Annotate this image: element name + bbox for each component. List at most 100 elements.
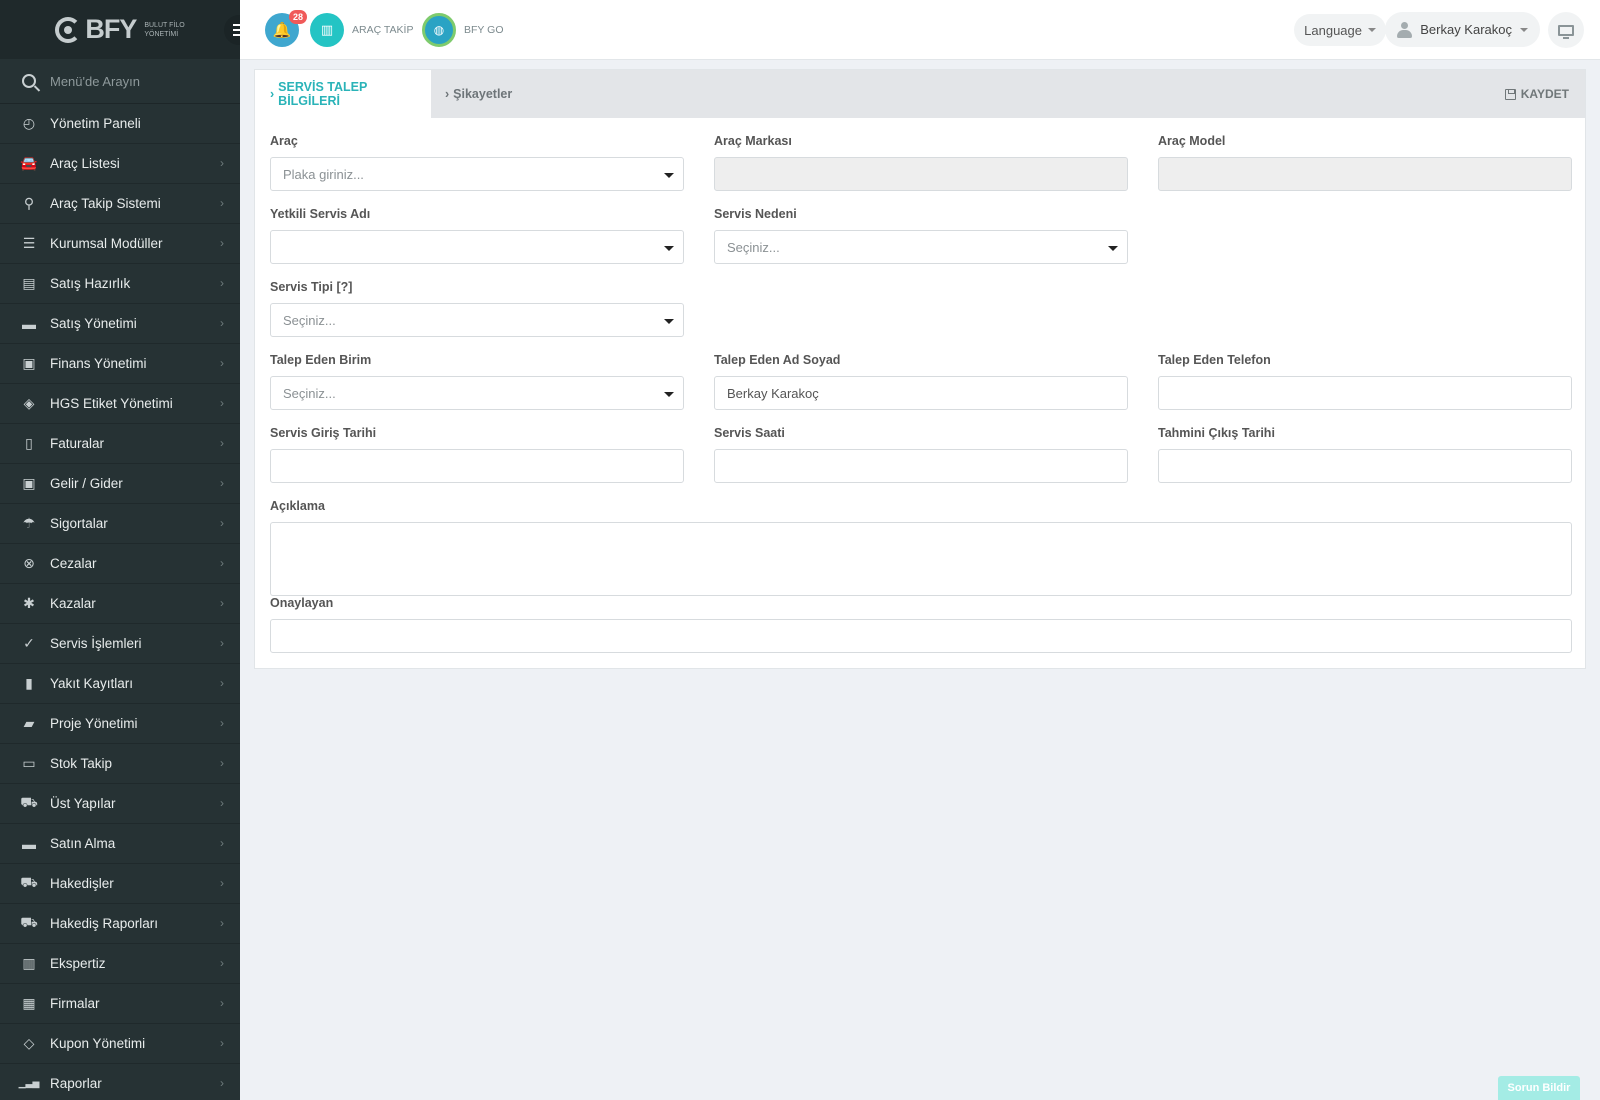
- sidebar-item[interactable]: ▦ Firmalar ›: [0, 984, 240, 1024]
- onaylayan-label: Onaylayan: [270, 596, 334, 610]
- sidebar-item[interactable]: 🚘 Araç Listesi ›: [0, 144, 240, 184]
- tab-servis-talep-bilgileri[interactable]: › SERVİS TALEP BİLGİLERİ: [255, 70, 431, 118]
- sidebar-item[interactable]: ▬ Satış Yönetimi ›: [0, 304, 240, 344]
- aciklama-textarea[interactable]: [270, 522, 1572, 596]
- sidebar-item-label: Satış Yönetimi: [50, 316, 137, 331]
- display-button[interactable]: [1548, 12, 1584, 48]
- sidebar-item[interactable]: ◈ HGS Etiket Yönetimi ›: [0, 384, 240, 424]
- sidebar-item[interactable]: ◴ Yönetim Paneli: [0, 104, 240, 144]
- sidebar-item-label: Cezalar: [50, 556, 97, 571]
- sidebar-item[interactable]: ▣ Gelir / Gider ›: [0, 464, 240, 504]
- truck-icon: ⛟: [20, 914, 38, 930]
- crash-icon: ✱: [23, 595, 35, 611]
- truck-icon: ⛟: [20, 874, 38, 890]
- chevron-right-icon: ›: [220, 556, 224, 570]
- talep-eden-telefon-label: Talep Eden Telefon: [1158, 353, 1271, 367]
- sidebar-item-label: Proje Yönetimi: [50, 716, 138, 731]
- inbox-icon: ▭: [22, 755, 36, 771]
- sidebar-item-label: Kupon Yönetimi: [50, 1036, 146, 1051]
- talep-eden-telefon-input[interactable]: [1158, 376, 1572, 410]
- language-label: Language: [1304, 22, 1362, 38]
- chevron-right-icon: ›: [220, 956, 224, 970]
- arac-takip-button[interactable]: ▥: [310, 13, 344, 47]
- sidebar: BFY BULUT FİLO YÖNETİMİ Menü'de Arayın ◴…: [0, 0, 240, 1100]
- onaylayan-input[interactable]: [270, 619, 1572, 653]
- sidebar-item-label: Yönetim Paneli: [50, 116, 141, 131]
- cash-icon: ▣: [22, 475, 36, 491]
- sidebar-item[interactable]: ◇ Kupon Yönetimi ›: [0, 1024, 240, 1064]
- sidebar-item[interactable]: ▬ Satın Alma ›: [0, 824, 240, 864]
- talep-eden-ad-label: Talep Eden Ad Soyad: [714, 353, 841, 367]
- dropdown-arrow-icon: [664, 392, 674, 397]
- sidebar-item[interactable]: ☂ Sigortalar ›: [0, 504, 240, 544]
- servis-saati-input[interactable]: [714, 449, 1128, 483]
- language-dropdown[interactable]: Language: [1294, 14, 1386, 46]
- chevron-right-icon: ›: [220, 796, 224, 810]
- chevron-right-icon: ›: [220, 1036, 224, 1050]
- caret-down-icon: [1520, 27, 1528, 32]
- chevron-right-icon: ›: [220, 1076, 224, 1090]
- sidebar-item[interactable]: ⛟ Hakediş Raporları ›: [0, 904, 240, 944]
- servis-giris-tarihi-label: Servis Giriş Tarihi: [270, 426, 377, 440]
- hamburger-menu-button[interactable]: [224, 15, 240, 45]
- sidebar-item-label: Firmalar: [50, 996, 100, 1011]
- sidebar-item[interactable]: ▁▃▅ Raporlar ›: [0, 1064, 240, 1100]
- chevron-right-icon: ›: [220, 476, 224, 490]
- report-issue-button[interactable]: Sorun Bildir: [1498, 1076, 1580, 1100]
- save-icon: [1504, 88, 1516, 100]
- sidebar-item[interactable]: ▰ Proje Yönetimi ›: [0, 704, 240, 744]
- sidebar-item[interactable]: ▭ Stok Takip ›: [0, 744, 240, 784]
- chevron-right-icon: ›: [220, 396, 224, 410]
- menu-search[interactable]: Menü'de Arayın: [0, 59, 240, 104]
- caret-down-icon: [1368, 28, 1376, 32]
- logo-icon: [55, 16, 82, 43]
- aciklama-label: Açıklama: [270, 499, 325, 513]
- talep-eden-ad-input[interactable]: Berkay Karakoç: [714, 376, 1128, 410]
- globe-icon: ◍: [433, 23, 445, 37]
- talep-eden-birim-select[interactable]: Seçiniz...: [270, 376, 684, 410]
- menu-search-placeholder: Menü'de Arayın: [50, 73, 140, 89]
- sidebar-item-label: Servis İşlemleri: [50, 636, 142, 651]
- sidebar-item[interactable]: ▮ Yakıt Kayıtları ›: [0, 664, 240, 704]
- tahmini-cikis-tarihi-input[interactable]: [1158, 449, 1572, 483]
- sidebar-item[interactable]: ▤ Satış Hazırlık ›: [0, 264, 240, 304]
- user-menu[interactable]: Berkay Karakoç: [1385, 12, 1540, 47]
- building-icon: ▦: [22, 995, 36, 1011]
- sidebar-item[interactable]: ✓ Servis İşlemleri ›: [0, 624, 240, 664]
- chevron-right-icon: ›: [220, 676, 224, 690]
- bfy-logo[interactable]: BFY BULUT FİLO YÖNETİMİ: [55, 14, 185, 45]
- sidebar-item[interactable]: ⛟ Hakedişler ›: [0, 864, 240, 904]
- service-request-panel: › SERVİS TALEP BİLGİLERİ › Şikayetler KA…: [254, 69, 1586, 669]
- chevron-right-icon: ›: [445, 87, 450, 101]
- tag-icon: ◈: [23, 395, 35, 411]
- sidebar-item[interactable]: ▣ Finans Yönetimi ›: [0, 344, 240, 384]
- sidebar-item[interactable]: ⚲ Araç Takip Sistemi ›: [0, 184, 240, 224]
- sidebar-item[interactable]: ☰ Kurumsal Modüller ›: [0, 224, 240, 264]
- servis-tipi-select[interactable]: Seçiniz...: [270, 303, 684, 337]
- arac-markasi-field: [714, 157, 1128, 191]
- dropdown-arrow-icon: [1108, 246, 1118, 251]
- sidebar-item[interactable]: ✱ Kazalar ›: [0, 584, 240, 624]
- sidebar-item[interactable]: ▥ Ekspertiz ›: [0, 944, 240, 984]
- save-button[interactable]: KAYDET: [1504, 70, 1569, 118]
- servis-nedeni-select[interactable]: Seçiniz...: [714, 230, 1128, 264]
- chevron-right-icon: ›: [220, 916, 224, 930]
- sidebar-item-label: Kurumsal Modüller: [50, 236, 163, 251]
- tab-sikayetler[interactable]: › Şikayetler: [445, 70, 512, 118]
- bfy-go-link[interactable]: BFY GO: [464, 24, 503, 36]
- map-icon: ▥: [320, 22, 334, 37]
- check-circle-icon: ✓: [23, 635, 35, 651]
- bfy-go-button[interactable]: ◍: [422, 13, 456, 47]
- bar-chart-icon: ▁▃▅: [18, 1078, 40, 1088]
- servis-giris-tarihi-input[interactable]: [270, 449, 684, 483]
- arac-select[interactable]: Plaka giriniz...: [270, 157, 684, 191]
- sidebar-item[interactable]: ⊗ Cezalar ›: [0, 544, 240, 584]
- user-name: Berkay Karakoç: [1420, 22, 1512, 37]
- sidebar-item[interactable]: ⛟ Üst Yapılar ›: [0, 784, 240, 824]
- notifications-button[interactable]: 🔔 28: [265, 10, 307, 47]
- arac-model-label: Araç Model: [1158, 134, 1226, 148]
- arac-takip-link[interactable]: ARAÇ TAKİP: [352, 24, 413, 36]
- sidebar-item[interactable]: ▯ Faturalar ›: [0, 424, 240, 464]
- chevron-right-icon: ›: [220, 316, 224, 330]
- yetkili-servis-select[interactable]: [270, 230, 684, 264]
